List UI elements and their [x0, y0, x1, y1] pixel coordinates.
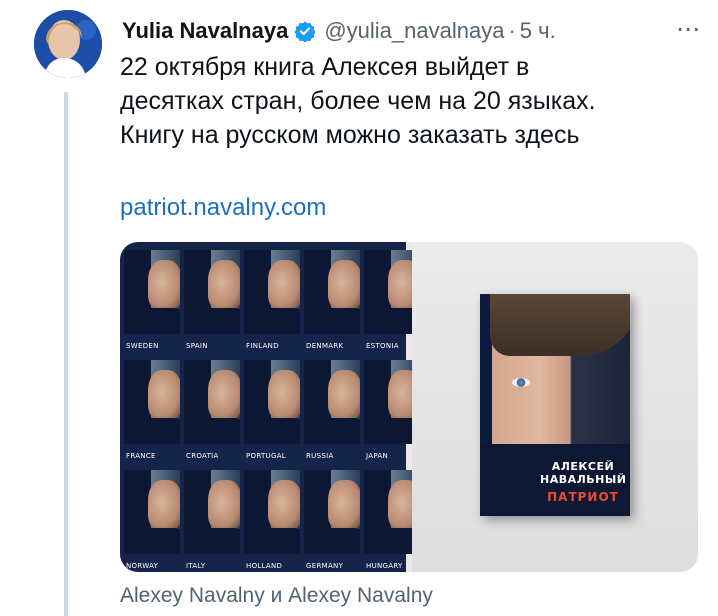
edition-cover [244, 470, 300, 554]
verified-badge-icon [294, 21, 316, 42]
edition-country-label: FINLAND [246, 342, 279, 350]
edition-face [268, 260, 300, 310]
edition-shirt [314, 418, 360, 444]
book-cover-image[interactable]: АЛЕКСЕЙ НАВАЛЬНЫЙ ПАТРИОТ [412, 242, 698, 572]
more-options-icon[interactable]: ⋯ [676, 18, 701, 42]
edition-face [148, 480, 180, 530]
edition-cover [184, 360, 240, 444]
edition-shirt [314, 308, 360, 334]
edition-shirt [254, 308, 300, 334]
tweet-text-line: 22 октября книга Алексея выйдет в [120, 53, 530, 81]
edition-shirt [194, 308, 240, 334]
cover-title: ПАТРИОТ [547, 490, 619, 504]
cover-author-last: НАВАЛЬНЫЙ [540, 473, 627, 486]
edition-cover [244, 360, 300, 444]
edition-cover [304, 360, 360, 444]
edition-face [148, 260, 180, 310]
edition-shirt [134, 528, 180, 554]
edition-cover [124, 250, 180, 334]
edition-cover [184, 470, 240, 554]
tweet-text: 22 октября книга Алексея выйдет в десятк… [120, 50, 700, 152]
tweet-media[interactable]: SWEDEN SPAIN FINLAND DENMARK ESTONIA FRANCE CR… [120, 242, 698, 572]
edition-country-label: DENMARK [306, 342, 344, 350]
edition-face [328, 260, 360, 310]
book-cover: АЛЕКСЕЙ НАВАЛЬНЫЙ ПАТРИОТ [480, 294, 630, 516]
tweet-text-line: десятках стран, более чем на 20 языках. [120, 87, 596, 115]
edition-shirt [134, 418, 180, 444]
edition-face [328, 370, 360, 420]
edition-shirt [134, 308, 180, 334]
cover-eye [512, 378, 530, 387]
thread-line [64, 92, 68, 616]
tweet-link[interactable]: patriot.navalny.com [120, 194, 326, 222]
edition-shirt [194, 528, 240, 554]
edition-country-label: FRANCE [126, 452, 156, 460]
edition-cover [184, 250, 240, 334]
edition-face [328, 480, 360, 530]
separator-dot: · [508, 18, 516, 43]
edition-cover [124, 360, 180, 444]
avatar-photo [34, 10, 102, 78]
edition-cover [244, 250, 300, 334]
tweet-header: Yulia Navalnaya @yulia_navalnaya · 5 ч. [122, 14, 556, 48]
edition-shirt [254, 418, 300, 444]
edition-country-label: NORWAY [126, 562, 159, 570]
edition-country-label: HOLLAND [246, 562, 283, 570]
edition-country-label: SWEDEN [126, 342, 159, 350]
edition-cover [304, 250, 360, 334]
media-tagged-users[interactable]: Alexey Navalny и Alexey Navalny [120, 584, 433, 608]
author-handle[interactable]: @yulia_navalnaya [324, 18, 504, 44]
book-editions-image[interactable]: SWEDEN SPAIN FINLAND DENMARK ESTONIA FRANCE CR… [120, 242, 420, 572]
edition-cover [304, 470, 360, 554]
edition-face [268, 370, 300, 420]
edition-country-label: CROATIA [186, 452, 219, 460]
edition-face [208, 480, 240, 530]
edition-shirt [314, 528, 360, 554]
edition-country-label: ITALY [186, 562, 206, 570]
tweet-timestamp[interactable]: 5 ч. [520, 18, 556, 44]
edition-face [208, 260, 240, 310]
edition-country-label: GERMANY [306, 562, 344, 570]
edition-face [148, 370, 180, 420]
tweet-text-line: Книгу на русском можно заказать здесь [120, 121, 580, 149]
edition-face [268, 480, 300, 530]
cover-author: АЛЕКСЕЙ НАВАЛЬНЫЙ [540, 460, 626, 486]
edition-cover [124, 470, 180, 554]
edition-country-label: RUSSIA [306, 452, 334, 460]
cover-author-first: АЛЕКСЕЙ [551, 460, 615, 473]
edition-face [208, 370, 240, 420]
cover-hair [490, 294, 630, 356]
author-name[interactable]: Yulia Navalnaya [122, 18, 288, 44]
edition-country-label: PORTUGAL [246, 452, 286, 460]
edition-shirt [254, 528, 300, 554]
edition-country-label: SPAIN [186, 342, 208, 350]
avatar[interactable] [34, 10, 102, 78]
edition-shirt [194, 418, 240, 444]
